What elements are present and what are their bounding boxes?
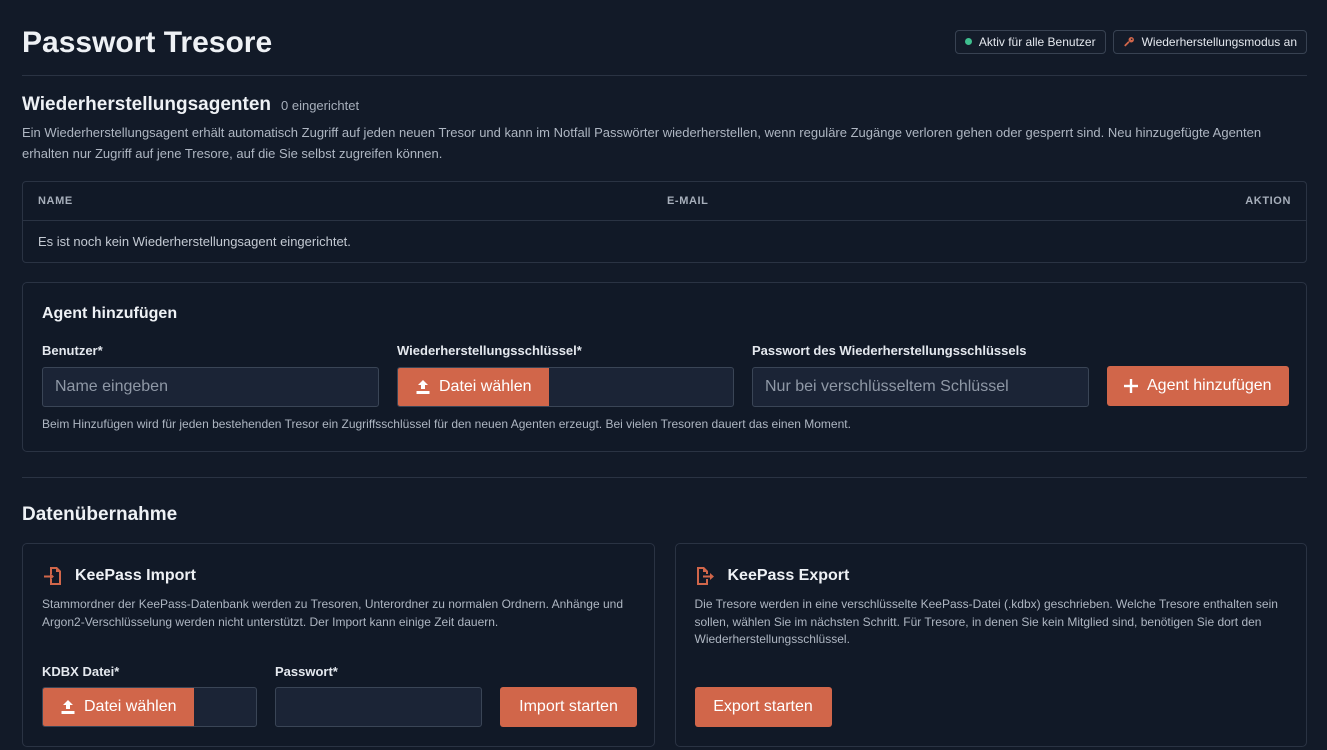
key-password-input[interactable] <box>752 367 1089 407</box>
upload-icon <box>416 380 430 394</box>
column-header-email: E-MAIL <box>667 195 709 207</box>
migration-section-title: Datenübernahme <box>22 504 178 525</box>
kdbx-file-button-label: Datei wählen <box>84 698 177 715</box>
column-header-name: NAME <box>38 195 73 207</box>
column-header-action: AKTION <box>1245 195 1291 207</box>
file-import-icon <box>44 567 61 585</box>
key-icon <box>1123 36 1134 46</box>
export-title: KeePass Export <box>727 567 850 584</box>
import-title-row: KeePass Import <box>42 566 196 586</box>
user-input[interactable] <box>42 367 379 407</box>
key-field-group: Wiederherstellungsschlüssel* Datei wähle… <box>397 343 734 407</box>
status-badge-recovery: Wiederherstellungsmodus an <box>1112 29 1307 54</box>
add-agent-title: Agent hinzufügen <box>42 305 178 322</box>
page: Passwort Tresore Aktiv für alle Benutzer… <box>22 0 1307 747</box>
export-start-button-label: Export starten <box>713 698 813 715</box>
plus-icon <box>1124 379 1138 393</box>
keepass-import-card: KeePass Import Stammordner der KeePass-D… <box>22 543 655 747</box>
migration-cards: KeePass Import Stammordner der KeePass-D… <box>22 543 1307 747</box>
agents-section-header: Wiederherstellungsagenten 0 eingerichtet <box>22 94 1307 116</box>
status-badge-active: Aktiv für alle Benutzer <box>954 29 1106 54</box>
import-password-label: Passwort* <box>275 664 338 679</box>
add-agent-button[interactable]: Agent hinzufügen <box>1107 366 1289 406</box>
agents-table-empty-row: Es ist noch kein Wiederherstellungsagent… <box>23 221 1306 262</box>
add-agent-card: Agent hinzufügen Benutzer* Wiederherstel… <box>22 282 1307 452</box>
agents-description: Ein Wiederherstellungsagent erhält autom… <box>22 125 1262 161</box>
import-password-input[interactable] <box>275 687 482 727</box>
agents-count: 0 eingerichtet <box>281 98 360 113</box>
import-start-button[interactable]: Import starten <box>500 687 637 727</box>
import-password-field-group: Passwort* <box>275 664 482 727</box>
export-title-row: KeePass Export <box>695 566 850 586</box>
add-agent-button-label: Agent hinzufügen <box>1147 377 1272 394</box>
agents-table-header: NAME E-MAIL AKTION <box>23 182 1306 221</box>
import-start-button-label: Import starten <box>519 698 618 715</box>
key-file-input[interactable]: Datei wählen <box>397 367 734 407</box>
kdbx-file-label: KDBX Datei* <box>42 664 120 679</box>
kdbx-file-button[interactable]: Datei wählen <box>43 688 194 726</box>
agents-section-title: Wiederherstellungsagenten <box>22 94 271 115</box>
upload-icon <box>61 700 75 714</box>
section-divider <box>22 477 1307 478</box>
status-dot-icon <box>964 38 972 45</box>
export-description: Die Tresore werden in eine verschlüsselt… <box>694 597 1278 646</box>
key-label: Wiederherstellungsschlüssel* <box>397 343 582 358</box>
status-badges: Aktiv für alle Benutzer Wiederherstellun… <box>954 29 1307 54</box>
agents-table: NAME E-MAIL AKTION Es ist noch kein Wied… <box>22 181 1307 263</box>
page-title: Passwort Tresore <box>22 25 273 59</box>
import-title: KeePass Import <box>75 567 196 584</box>
file-export-icon <box>696 567 714 585</box>
export-start-button[interactable]: Export starten <box>694 687 832 727</box>
key-file-button[interactable]: Datei wählen <box>398 368 549 406</box>
agents-empty-message: Es ist noch kein Wiederherstellungsagent… <box>38 234 351 249</box>
status-badge-active-label: Aktiv für alle Benutzer <box>978 34 1096 49</box>
key-file-button-label: Datei wählen <box>439 378 532 395</box>
key-password-field-group: Passwort des Wiederherstellungsschlüssel… <box>752 343 1089 407</box>
user-label: Benutzer* <box>42 343 103 358</box>
add-agent-hint: Beim Hinzufügen wird für jeden bestehend… <box>42 417 851 431</box>
kdbx-file-input[interactable]: Datei wählen <box>42 687 257 727</box>
key-password-label: Passwort des Wiederherstellungsschlüssel… <box>752 343 1027 358</box>
page-header: Passwort Tresore Aktiv für alle Benutzer… <box>22 0 1307 76</box>
import-description: Stammordner der KeePass-Datenbank werden… <box>42 597 623 629</box>
status-badge-recovery-label: Wiederherstellungsmodus an <box>1141 34 1297 49</box>
keepass-export-card: KeePass Export Die Tresore werden in ein… <box>674 543 1307 747</box>
user-field-group: Benutzer* <box>42 343 379 407</box>
kdbx-file-field-group: KDBX Datei* Datei wählen <box>42 664 257 727</box>
